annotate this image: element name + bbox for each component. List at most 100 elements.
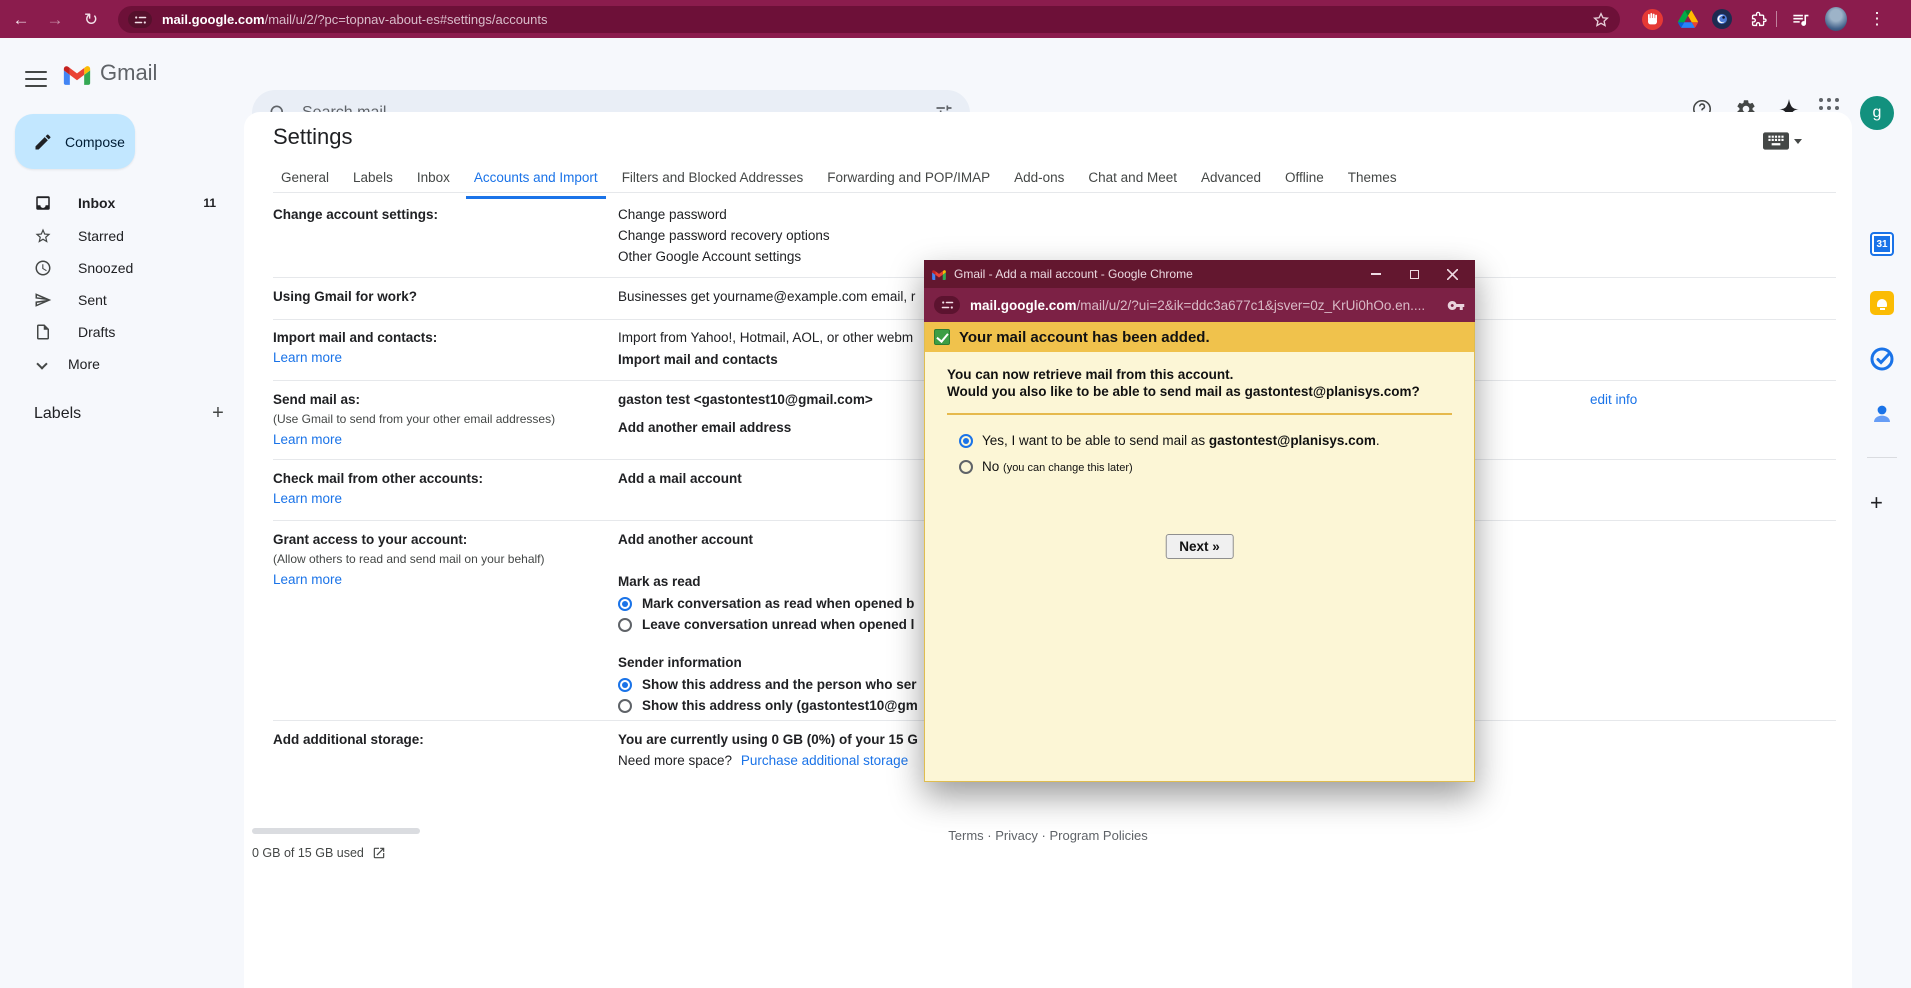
popup-titlebar[interactable]: Gmail - Add a mail account - Google Chro… <box>924 260 1475 288</box>
popup-message-line1: You can now retrieve mail from this acco… <box>947 366 1452 383</box>
extensions-puzzle-icon[interactable] <box>1747 8 1769 30</box>
sidebar-item-snoozed[interactable]: Snoozed <box>8 251 238 284</box>
change-password-recovery-link[interactable]: Change password recovery options <box>618 228 830 243</box>
mark-read-option[interactable]: Mark conversation as read when opened b <box>618 596 914 611</box>
gmail-header: Gmail Search mail g <box>0 38 1911 112</box>
browser-reload-icon[interactable]: ↻ <box>78 7 104 33</box>
site-info-icon[interactable] <box>128 11 152 28</box>
sidebar-item-label: Drafts <box>78 324 115 340</box>
change-password-link[interactable]: Change password <box>618 207 727 222</box>
gmail-logo: Gmail <box>62 60 157 86</box>
next-button[interactable]: Next » <box>1165 534 1234 559</box>
purchase-storage-link[interactable]: Purchase additional storage <box>741 753 908 768</box>
sidebar-item-inbox[interactable]: Inbox 11 <box>8 186 238 219</box>
key-icon[interactable] <box>1447 299 1465 312</box>
add-mail-account-link[interactable]: Add a mail account <box>618 471 742 486</box>
tab-forwarding[interactable]: Forwarding and POP/IMAP <box>819 164 998 199</box>
send-as-learn-more-link[interactable]: Learn more <box>273 432 342 447</box>
tab-themes[interactable]: Themes <box>1340 164 1405 199</box>
keep-icon[interactable] <box>1868 289 1896 317</box>
tab-inbox[interactable]: Inbox <box>409 164 458 199</box>
minimize-icon[interactable] <box>1361 264 1391 284</box>
browser-profile-avatar[interactable] <box>1825 8 1847 30</box>
row-label-check-mail: Check mail from other accounts: <box>273 471 603 486</box>
main-menu-icon[interactable] <box>22 62 50 88</box>
row-label-grant: Grant access to your account: <box>273 532 603 547</box>
no-text: No <box>982 459 999 474</box>
sidebar-item-label: More <box>68 356 100 372</box>
radio-selected-icon[interactable] <box>618 678 632 692</box>
privacy-link[interactable]: Privacy <box>995 828 1038 843</box>
work-text: Businesses get yourname@example.com emai… <box>618 289 915 304</box>
extension-shield-icon[interactable] <box>1711 8 1733 30</box>
input-tools-selector[interactable] <box>1763 132 1802 150</box>
sidebar-item-drafts[interactable]: Drafts <box>8 315 238 348</box>
pencil-icon <box>33 132 53 152</box>
tab-accounts-and-import[interactable]: Accounts and Import <box>466 164 606 199</box>
radio-label: Show this address only (gastontest10@gm <box>642 698 918 713</box>
extension-hand-icon[interactable] <box>1641 8 1663 30</box>
radio-icon[interactable] <box>618 699 632 713</box>
popup-message-line2: Would you also like to be able to send m… <box>947 383 1452 400</box>
radio-icon[interactable] <box>959 460 973 474</box>
leave-unread-option[interactable]: Leave conversation unread when opened l <box>618 617 914 632</box>
tab-offline[interactable]: Offline <box>1277 164 1332 199</box>
create-label-icon[interactable]: + <box>205 400 231 426</box>
popup-address-bar[interactable]: mail.google.com/mail/u/2/?ui=2&ik=ddc3a6… <box>924 288 1475 322</box>
tab-labels[interactable]: Labels <box>345 164 401 199</box>
sidebar-item-label: Starred <box>78 228 124 244</box>
external-link-icon[interactable] <box>372 846 386 860</box>
playlist-icon[interactable] <box>1789 8 1811 30</box>
maximize-icon[interactable] <box>1399 264 1429 284</box>
browser-back-icon[interactable]: ← <box>8 7 34 33</box>
extension-drive-icon[interactable] <box>1677 8 1699 30</box>
radio-selected-icon[interactable] <box>959 434 973 448</box>
popup-window-title: Gmail - Add a mail account - Google Chro… <box>954 267 1353 281</box>
import-mail-contacts-link[interactable]: Import mail and contacts <box>618 352 778 367</box>
edit-info-link[interactable]: edit info <box>1590 392 1637 407</box>
get-addons-icon[interactable]: + <box>1870 490 1883 516</box>
grant-note: (Allow others to read and send mail on y… <box>273 552 603 566</box>
import-learn-more-link[interactable]: Learn more <box>273 350 342 365</box>
sender-information-title: Sender information <box>618 655 742 670</box>
add-another-account-link[interactable]: Add another account <box>618 532 753 547</box>
show-address-only-option[interactable]: Show this address only (gastontest10@gm <box>618 698 918 713</box>
tab-filters[interactable]: Filters and Blocked Addresses <box>614 164 812 199</box>
bookmark-star-icon[interactable] <box>1592 11 1610 29</box>
radio-selected-icon[interactable] <box>618 597 632 611</box>
compose-button[interactable]: Compose <box>15 114 135 169</box>
send-no-option[interactable]: No (you can change this later) <box>959 459 1474 474</box>
radio-label: Show this address and the person who ser <box>642 677 917 692</box>
add-mail-account-popup: Gmail - Add a mail account - Google Chro… <box>924 260 1475 782</box>
row-label-import: Import mail and contacts: <box>273 330 603 345</box>
sidebar-item-more[interactable]: More <box>8 347 238 380</box>
sidebar-item-starred[interactable]: Starred <box>8 219 238 252</box>
tab-chat-and-meet[interactable]: Chat and Meet <box>1080 164 1185 199</box>
close-icon[interactable] <box>1437 264 1467 284</box>
radio-icon[interactable] <box>618 618 632 632</box>
mark-as-read-title: Mark as read <box>618 574 701 589</box>
storage-quota: 0 GB of 15 GB used <box>252 846 386 860</box>
dot-separator: · <box>1042 828 1046 843</box>
calendar-icon[interactable]: 31 <box>1868 230 1896 258</box>
show-address-person-option[interactable]: Show this address and the person who ser <box>618 677 917 692</box>
tab-addons[interactable]: Add-ons <box>1006 164 1072 199</box>
add-another-email-link[interactable]: Add another email address <box>618 420 791 435</box>
check-mail-learn-more-link[interactable]: Learn more <box>273 491 342 506</box>
terms-link[interactable]: Terms <box>948 828 983 843</box>
program-policies-link[interactable]: Program Policies <box>1049 828 1147 843</box>
sidebar-item-sent[interactable]: Sent <box>8 283 238 316</box>
browser-menu-icon[interactable]: ⋮ <box>1866 8 1888 30</box>
tab-general[interactable]: General <box>273 164 337 199</box>
browser-forward-icon[interactable]: → <box>42 7 68 33</box>
contacts-icon[interactable] <box>1868 400 1896 428</box>
yes-period: . <box>1376 433 1380 448</box>
right-side-panel: 31 + <box>1853 112 1911 988</box>
address-bar[interactable]: mail.google.com/mail/u/2/?pc=topnav-abou… <box>118 6 1620 33</box>
tab-advanced[interactable]: Advanced <box>1193 164 1269 199</box>
other-google-account-settings-link[interactable]: Other Google Account settings <box>618 249 801 264</box>
site-info-icon[interactable] <box>934 296 960 314</box>
tasks-icon[interactable] <box>1868 345 1896 373</box>
grant-learn-more-link[interactable]: Learn more <box>273 572 342 587</box>
send-yes-option[interactable]: Yes, I want to be able to send mail as g… <box>959 433 1474 448</box>
